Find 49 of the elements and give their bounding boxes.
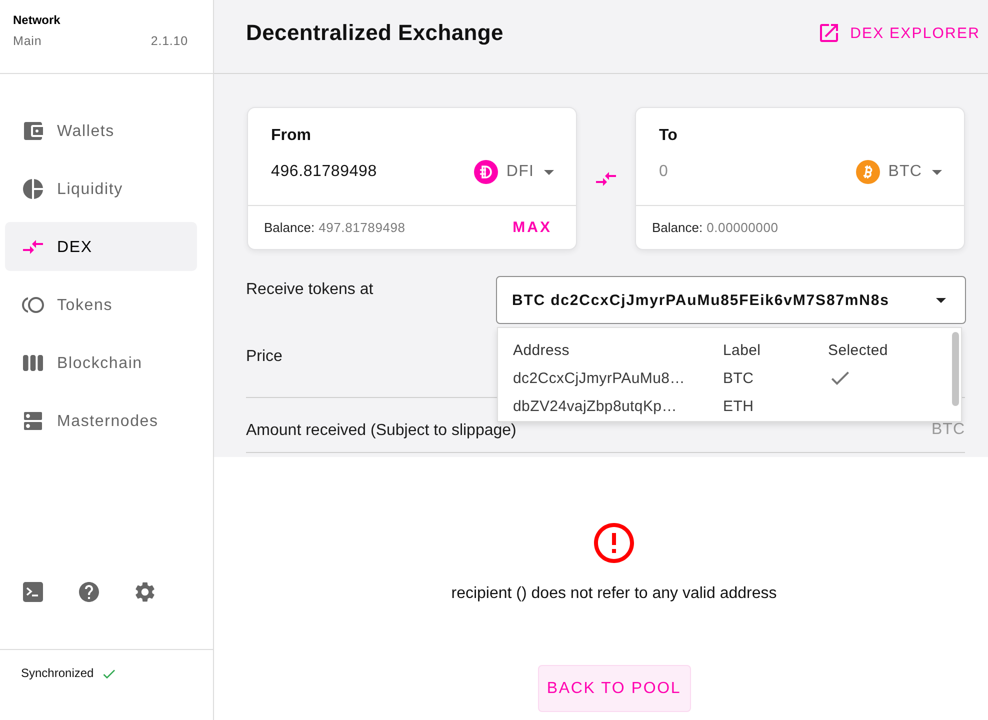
column-header: Label xyxy=(723,342,761,359)
scrollbar-thumb[interactable] xyxy=(952,332,959,406)
pie-chart-icon xyxy=(21,176,45,200)
column-header: Address xyxy=(513,342,570,359)
nav-item[interactable]: Blockchain xyxy=(5,338,197,387)
balance-label: Balance: xyxy=(264,220,315,235)
nav-item[interactable]: Wallets xyxy=(5,106,197,155)
address-select[interactable]: BTC dc2CcxCjJmyrPAuMu85FEik6vM7S87mN8s xyxy=(496,276,966,324)
balance-value: 497.81789498 xyxy=(318,220,406,235)
coin-icon xyxy=(474,160,498,184)
sync-status: Synchronized xyxy=(21,666,94,681)
card-label: From xyxy=(271,126,311,146)
caret-icon xyxy=(544,170,554,174)
token-select[interactable]: BTC xyxy=(856,160,942,184)
bitcoin-icon xyxy=(856,160,880,184)
network-name: Main xyxy=(13,34,42,48)
help-icon[interactable] xyxy=(77,580,101,604)
amount-received-label: Amount received (Subject to slippage) xyxy=(246,420,516,440)
label-cell: ETH xyxy=(723,398,754,416)
nav-item[interactable]: DEX xyxy=(5,222,197,271)
settings-icon[interactable] xyxy=(133,580,157,604)
card-label: To xyxy=(659,126,678,146)
address-cell: dc2CcxCjJmyrPAuMu8… xyxy=(513,370,685,387)
dex-explorer-link[interactable]: DEX EXPLORER xyxy=(817,21,980,45)
menu-row[interactable]: dbZV24vajZbp8utqKp… ETH xyxy=(513,392,949,421)
terminal-icon[interactable] xyxy=(23,582,43,602)
max-button[interactable]: MAX xyxy=(512,219,552,236)
network-label: Network xyxy=(13,13,60,27)
column-header: Selected xyxy=(828,342,888,359)
balance-label: Balance: xyxy=(652,220,703,235)
amount-unit: BTC xyxy=(932,421,965,439)
amount-input[interactable]: 0 xyxy=(659,162,829,182)
version-text: 2.1.10 xyxy=(150,34,188,48)
receive-label: Receive tokens at xyxy=(246,280,374,299)
back-to-pool-button[interactable]: BACK TO POOL xyxy=(538,665,690,712)
nav-item[interactable]: Liquidity xyxy=(5,164,197,213)
label-cell: BTC xyxy=(723,370,754,387)
page-title: Decentralized Exchange xyxy=(246,20,504,46)
amount-input[interactable]: 496.81789498 xyxy=(271,162,441,182)
caret-icon xyxy=(932,170,942,174)
nav-item[interactable]: Masternodes xyxy=(5,396,197,445)
nav-item[interactable]: Tokens xyxy=(5,280,197,329)
address-cell: dbZV24vajZbp8utqKp… xyxy=(513,398,677,416)
token-select[interactable]: DFI xyxy=(474,160,554,184)
balance-value: 0.00000000 xyxy=(706,220,778,235)
caret-icon xyxy=(936,298,946,302)
price-label: Price xyxy=(246,347,282,366)
error-message: recipient () does not refer to any valid address xyxy=(451,584,777,603)
menu-row[interactable]: dc2CcxCjJmyrPAuMu8… BTC xyxy=(513,364,949,393)
